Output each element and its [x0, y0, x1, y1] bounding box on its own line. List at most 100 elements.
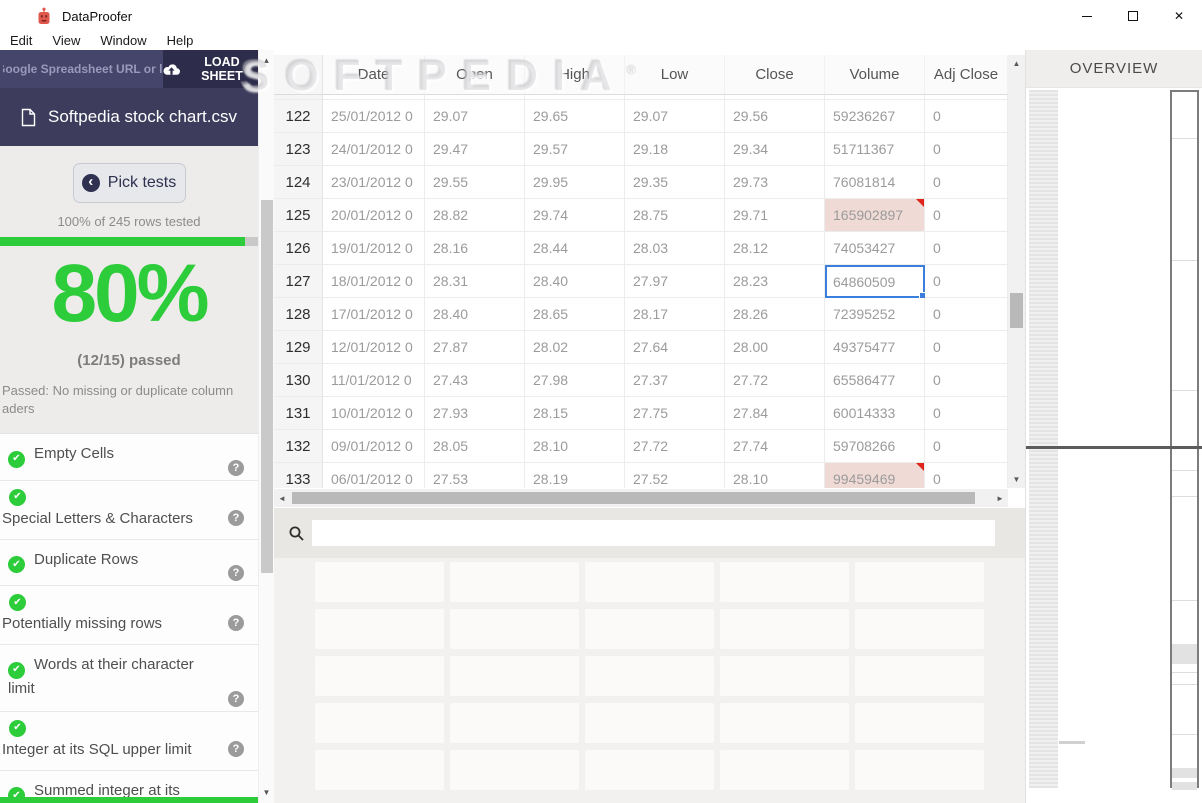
minimap-data-column[interactable] — [1029, 90, 1058, 788]
scroll-up-icon[interactable]: ▲ — [259, 56, 274, 65]
table-cell[interactable]: 28.10 — [725, 463, 825, 488]
table-cell[interactable]: 29.74 — [525, 199, 625, 232]
table-cell[interactable]: 27.84 — [725, 397, 825, 430]
table-cell[interactable]: 64860509 — [825, 265, 928, 301]
test-item[interactable]: ✔ Duplicate Rows? — [0, 540, 258, 586]
table-cell[interactable]: 0 — [925, 397, 1008, 430]
table-cell[interactable]: 28.31 — [425, 265, 525, 298]
table-cell[interactable]: 17/01/2012 0 — [323, 298, 425, 331]
help-icon[interactable]: ? — [228, 615, 244, 631]
table-cell[interactable]: 49375477 — [825, 331, 925, 364]
table-cell[interactable]: 28.17 — [625, 298, 725, 331]
table-cell[interactable]: 28.26 — [725, 298, 825, 331]
table-cell[interactable]: 25/01/2012 0 — [323, 100, 425, 133]
minimap-viewport-indicator[interactable] — [1026, 446, 1202, 449]
table-vertical-scrollbar-thumb[interactable] — [1010, 293, 1023, 328]
sidebar-scrollbar[interactable]: ▲ ▼ — [258, 50, 274, 803]
table-cell[interactable]: 11/01/2012 0 — [323, 364, 425, 397]
table-cell[interactable]: 99459469 — [825, 463, 925, 488]
row-number[interactable]: 126 — [274, 232, 323, 265]
table-cell[interactable]: 20/01/2012 0 — [323, 199, 425, 232]
table-cell[interactable]: 29.47 — [425, 133, 525, 166]
row-number[interactable]: 122 — [274, 100, 323, 133]
column-header-close[interactable]: Close — [725, 55, 825, 95]
help-icon[interactable]: ? — [228, 565, 244, 581]
column-header-date[interactable]: Date — [323, 55, 425, 95]
table-cell[interactable]: 59708266 — [825, 430, 925, 463]
table-cell[interactable]: 0 — [925, 133, 1008, 166]
table-cell[interactable]: 29.95 — [525, 166, 625, 199]
help-icon[interactable]: ? — [228, 690, 244, 707]
row-number[interactable]: 129 — [274, 331, 323, 364]
table-cell[interactable]: 29.18 — [625, 133, 725, 166]
table-cell[interactable]: 76081814 — [825, 166, 925, 199]
table-cell[interactable]: 27.52 — [625, 463, 725, 488]
test-item[interactable]: ✔ Special Letters & Characters? — [0, 481, 258, 540]
column-header-low[interactable]: Low — [625, 55, 725, 95]
table-cell[interactable]: 28.19 — [525, 463, 625, 488]
scroll-down-icon[interactable]: ▼ — [259, 788, 274, 797]
row-number[interactable]: 123 — [274, 133, 323, 166]
help-icon[interactable]: ? — [228, 740, 244, 757]
table-cell[interactable]: 28.02 — [525, 331, 625, 364]
table-cell[interactable]: 19/01/2012 0 — [323, 232, 425, 265]
table-cell[interactable]: 29.34 — [725, 133, 825, 166]
row-number[interactable]: 128 — [274, 298, 323, 331]
test-item[interactable]: ✔ Empty Cells? — [0, 434, 258, 481]
row-number[interactable]: 124 — [274, 166, 323, 199]
table-cell[interactable]: 28.10 — [525, 430, 625, 463]
table-cell[interactable]: 51711367 — [825, 133, 925, 166]
scroll-right-icon[interactable]: ► — [992, 489, 1008, 507]
table-cell[interactable]: 27.72 — [725, 364, 825, 397]
minimap-scroll-column[interactable] — [1170, 90, 1199, 790]
table-cell[interactable]: 27.87 — [425, 331, 525, 364]
table-cell[interactable]: 28.40 — [425, 298, 525, 331]
table-cell[interactable]: 06/01/2012 0 — [323, 463, 425, 488]
table-cell[interactable]: 28.05 — [425, 430, 525, 463]
maximize-button[interactable] — [1110, 0, 1156, 32]
table-cell[interactable]: 23/01/2012 0 — [323, 166, 425, 199]
table-cell[interactable]: 27.97 — [625, 265, 725, 298]
column-header-high[interactable]: High — [525, 55, 625, 95]
menu-item-help[interactable]: Help — [165, 33, 204, 50]
table-cell[interactable]: 0 — [925, 232, 1008, 265]
table-cell[interactable]: 29.07 — [425, 100, 525, 133]
table-cell[interactable]: 27.74 — [725, 430, 825, 463]
table-cell[interactable]: 29.07 — [625, 100, 725, 133]
table-cell[interactable]: 29.65 — [525, 100, 625, 133]
pick-tests-button[interactable]: ‹ Pick tests — [72, 163, 186, 203]
table-cell[interactable]: 27.37 — [625, 364, 725, 397]
spreadsheet-url-input[interactable] — [0, 50, 163, 88]
table-cell[interactable]: 0 — [925, 463, 1008, 488]
table-cell[interactable]: 27.98 — [525, 364, 625, 397]
table-cell[interactable]: 28.12 — [725, 232, 825, 265]
table-cell[interactable]: 0 — [925, 166, 1008, 199]
table-cell[interactable]: 0 — [925, 265, 1008, 298]
table-cell[interactable]: 28.82 — [425, 199, 525, 232]
table-cell[interactable]: 74053427 — [825, 232, 925, 265]
table-cell[interactable]: 0 — [925, 331, 1008, 364]
load-sheet-button[interactable]: LOAD SHEET — [163, 50, 258, 88]
row-number[interactable]: 131 — [274, 397, 323, 430]
table-cell[interactable]: 27.93 — [425, 397, 525, 430]
table-cell[interactable]: 0 — [925, 430, 1008, 463]
test-item[interactable]: ✔Summed integer at its upper limit? — [0, 771, 258, 797]
row-number[interactable]: 127 — [274, 265, 323, 298]
row-number[interactable]: 125 — [274, 199, 323, 232]
table-cell[interactable]: 29.57 — [525, 133, 625, 166]
table-cell[interactable]: 0 — [925, 298, 1008, 331]
table-cell[interactable]: 0 — [925, 100, 1008, 133]
horizontal-scrollbar-thumb[interactable] — [292, 492, 975, 504]
table-cell[interactable]: 12/01/2012 0 — [323, 331, 425, 364]
table-cell[interactable]: 27.64 — [625, 331, 725, 364]
table-cell[interactable]: 28.65 — [525, 298, 625, 331]
table-cell[interactable]: 29.71 — [725, 199, 825, 232]
table-cell[interactable]: 29.56 — [725, 100, 825, 133]
table-cell[interactable]: 09/01/2012 0 — [323, 430, 425, 463]
row-number[interactable]: 133 — [274, 463, 323, 488]
minimize-button[interactable] — [1064, 0, 1110, 32]
scroll-up-icon[interactable]: ▲ — [1008, 59, 1025, 68]
search-input[interactable] — [312, 520, 995, 546]
column-header-open[interactable]: Open — [425, 55, 525, 95]
table-cell[interactable]: 28.23 — [725, 265, 825, 298]
